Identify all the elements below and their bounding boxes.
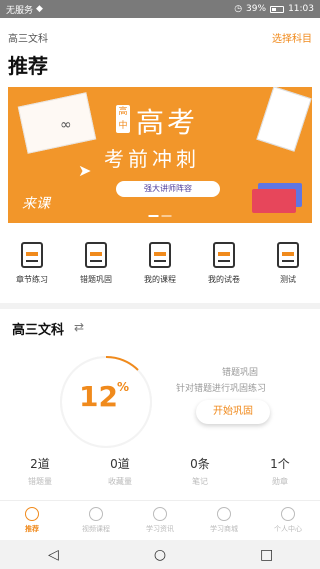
icon-line [282, 260, 294, 262]
banner-pill: 强大讲师阵容 [116, 181, 220, 197]
quick-item-my-papers[interactable]: 我的试卷 [194, 242, 254, 285]
back-icon[interactable]: ◁ [43, 545, 63, 565]
paper-illustration [17, 92, 97, 154]
review-title: 错题巩固 [222, 368, 259, 378]
stat-value: 1个 [270, 457, 290, 471]
stat-label: 错题量 [28, 477, 52, 486]
tab-label: 推荐 [25, 525, 39, 533]
stat-label: 笔记 [192, 477, 208, 486]
status-right: ◷ 39% 11:03 [234, 4, 314, 14]
clock: 11:03 [288, 4, 314, 14]
quick-item-test[interactable]: 测试 [258, 242, 318, 285]
tab-label: 学习资讯 [146, 525, 174, 533]
icon-accent [90, 252, 102, 256]
brand-logo: 来课 [22, 196, 50, 212]
books-illustration [252, 189, 296, 213]
stat-label: 收藏量 [108, 477, 132, 486]
course-folder-icon [149, 242, 171, 268]
stat-item[interactable]: 0条 笔记 [165, 455, 235, 487]
carrier-text: 无服务 [6, 5, 34, 16]
system-nav-bar: ◁ ○ □ [0, 540, 320, 569]
promo-banner[interactable]: ∞ ➤ 高中 高考 考前冲刺 强大讲师阵容 来课 [8, 87, 312, 223]
wifi-icon: ◆ [36, 4, 43, 14]
current-subject: 高三文科 [8, 34, 48, 45]
battery-percent: 39% [246, 4, 267, 14]
section-divider [0, 303, 320, 309]
user-icon [281, 507, 295, 521]
stat-item[interactable]: 2道 错题量 [5, 455, 75, 487]
icon-accent [26, 252, 38, 256]
page-title: 推荐 [8, 54, 48, 78]
icon-accent [218, 252, 230, 256]
swap-icon[interactable]: ⇄ [74, 320, 84, 334]
tab-news[interactable]: 学习资讯 [130, 507, 190, 534]
icon-line [154, 260, 166, 262]
progress-unit: % [117, 380, 130, 394]
tab-label: 学习商城 [210, 525, 238, 533]
banner-subheadline: 考前冲刺 [104, 147, 200, 171]
paper-plane-icon: ➤ [78, 161, 92, 180]
stat-item[interactable]: 1个 勋章 [245, 455, 315, 487]
error-notes-icon [85, 242, 107, 268]
icon-line [218, 260, 230, 262]
quick-entry-grid: 章节练习 错题巩固 我的课程 我的试卷 测试 [0, 242, 320, 285]
tab-profile[interactable]: 个人中心 [258, 507, 318, 534]
stat-value: 2道 [30, 457, 50, 471]
exam-paper-icon [213, 242, 235, 268]
quick-item-label: 错题巩固 [80, 275, 112, 284]
banner-headline: 高考 [136, 106, 199, 139]
status-left: 无服务 ◆ [6, 3, 43, 16]
icon-accent [154, 252, 166, 256]
quick-item-label: 我的课程 [144, 275, 176, 284]
tab-bar: 推荐 视频课程 学习资讯 学习商城 个人中心 [0, 500, 320, 540]
stat-value: 0条 [190, 457, 210, 471]
glasses-icon: ∞ [60, 117, 72, 133]
books-icon [217, 507, 231, 521]
recents-icon[interactable]: □ [257, 545, 277, 565]
quick-item-label: 测试 [280, 275, 296, 284]
quick-item-error-review[interactable]: 错题巩固 [66, 242, 126, 285]
review-subtitle: 针对错题进行巩固练习 [176, 384, 267, 394]
banner-tag: 高中 [116, 105, 130, 133]
start-review-button[interactable]: 开始巩固 [196, 400, 270, 424]
quick-item-label: 我的试卷 [208, 275, 240, 284]
icon-line [26, 260, 38, 262]
quick-item-chapter-practice[interactable]: 章节练习 [2, 242, 62, 285]
stat-value: 0道 [110, 457, 130, 471]
icon-accent [282, 252, 294, 256]
section-title: 高三文科 [12, 323, 65, 338]
stat-label: 勋章 [272, 477, 288, 486]
carousel-indicator [148, 215, 172, 217]
select-subject-link[interactable]: 选择科目 [272, 30, 312, 45]
stat-item[interactable]: 0道 收藏量 [85, 455, 155, 487]
tab-label: 个人中心 [274, 525, 302, 533]
carousel-dot [161, 215, 172, 217]
clipboard-icon [21, 242, 43, 268]
battery-icon [270, 5, 285, 13]
alarm-icon: ◷ [234, 4, 243, 14]
status-bar: 无服务 ◆ ◷ 39% 11:03 [0, 0, 320, 18]
calculator-icon [277, 242, 299, 268]
quick-item-label: 章节练习 [16, 275, 48, 284]
tab-store[interactable]: 学习商城 [194, 507, 254, 534]
quick-item-my-courses[interactable]: 我的课程 [130, 242, 190, 285]
tab-recommend[interactable]: 推荐 [2, 507, 62, 534]
star-icon [25, 507, 39, 521]
home-icon[interactable]: ○ [150, 545, 170, 565]
notebook-illustration [256, 87, 312, 152]
play-icon [89, 507, 103, 521]
tab-video-courses[interactable]: 视频课程 [66, 507, 126, 534]
carousel-dot-active [148, 215, 159, 217]
icon-line [90, 260, 102, 262]
progress-value: 12 [79, 380, 118, 413]
stats-row: 2道 错题量 0道 收藏量 0条 笔记 1个 勋章 [0, 455, 320, 487]
compass-icon [153, 507, 167, 521]
tab-label: 视频课程 [82, 525, 110, 533]
progress-fill [105, 356, 139, 371]
